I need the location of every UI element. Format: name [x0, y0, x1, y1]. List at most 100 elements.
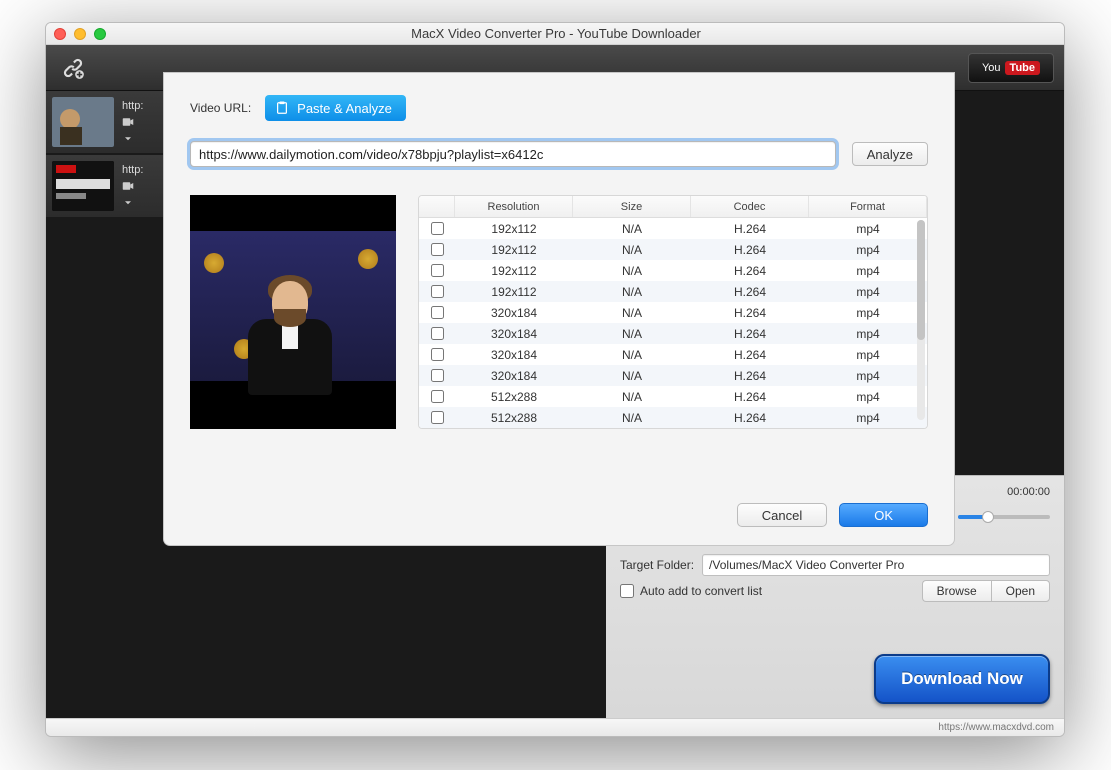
table-row[interactable]: 512x288N/AH.264mp4: [419, 386, 927, 407]
cell-resolution: 192x112: [455, 285, 573, 299]
cell-format: mp4: [809, 348, 927, 362]
video-preview: [190, 195, 396, 429]
table-row[interactable]: 192x112N/AH.264mp4: [419, 239, 927, 260]
row-checkbox[interactable]: [431, 390, 444, 403]
ok-button[interactable]: OK: [839, 503, 928, 527]
cell-size: N/A: [573, 327, 691, 341]
cell-codec: H.264: [691, 222, 809, 236]
cell-resolution: 320x184: [455, 348, 573, 362]
row-checkbox[interactable]: [431, 306, 444, 319]
queue-url: http:: [122, 164, 143, 176]
analyze-button[interactable]: Analyze: [852, 142, 928, 166]
cell-format: mp4: [809, 243, 927, 257]
row-checkbox[interactable]: [431, 243, 444, 256]
cell-format: mp4: [809, 264, 927, 278]
paste-analyze-label: Paste & Analyze: [297, 101, 392, 116]
row-checkbox[interactable]: [431, 327, 444, 340]
cell-size: N/A: [573, 348, 691, 362]
window-title: MacX Video Converter Pro - YouTube Downl…: [56, 26, 1056, 41]
cell-codec: H.264: [691, 264, 809, 278]
download-icon: [122, 132, 134, 144]
cell-codec: H.264: [691, 411, 809, 425]
cell-resolution: 320x184: [455, 327, 573, 341]
cell-codec: H.264: [691, 327, 809, 341]
cell-format: mp4: [809, 327, 927, 341]
titlebar: MacX Video Converter Pro - YouTube Downl…: [46, 23, 1064, 45]
cell-codec: H.264: [691, 369, 809, 383]
cell-size: N/A: [573, 264, 691, 278]
col-resolution[interactable]: Resolution: [455, 196, 573, 217]
row-checkbox[interactable]: [431, 222, 444, 235]
cell-codec: H.264: [691, 348, 809, 362]
table-row[interactable]: 320x184N/AH.264mp4: [419, 302, 927, 323]
status-url: https://www.macxdvd.com: [938, 722, 1054, 733]
url-analyze-dialog: Video URL: Paste & Analyze Analyze: [164, 73, 954, 545]
col-size[interactable]: Size: [573, 196, 691, 217]
table-row[interactable]: 320x184N/AH.264mp4: [419, 365, 927, 386]
cell-size: N/A: [573, 411, 691, 425]
formats-table: Resolution Size Codec Format 192x112N/AH…: [418, 195, 928, 429]
queue-thumbnail: [52, 97, 114, 147]
youtube-label-you: You: [982, 62, 1001, 74]
col-checkbox: [419, 196, 455, 217]
row-checkbox[interactable]: [431, 369, 444, 382]
col-format[interactable]: Format: [809, 196, 927, 217]
video-icon: [122, 116, 134, 128]
row-checkbox[interactable]: [431, 285, 444, 298]
open-button[interactable]: Open: [991, 580, 1050, 602]
queue-thumbnail: [52, 161, 114, 211]
cell-resolution: 192x112: [455, 243, 573, 257]
cell-resolution: 192x112: [455, 222, 573, 236]
row-checkbox[interactable]: [431, 348, 444, 361]
cell-resolution: 512x288: [455, 411, 573, 425]
cell-format: mp4: [809, 369, 927, 383]
app-window: MacX Video Converter Pro - YouTube Downl…: [45, 22, 1065, 737]
youtube-badge[interactable]: You Tube: [968, 53, 1054, 83]
cell-size: N/A: [573, 222, 691, 236]
cell-format: mp4: [809, 285, 927, 299]
table-row[interactable]: 192x112N/AH.264mp4: [419, 281, 927, 302]
cell-size: N/A: [573, 243, 691, 257]
cell-format: mp4: [809, 306, 927, 320]
cell-size: N/A: [573, 285, 691, 299]
statusbar: https://www.macxdvd.com: [46, 718, 1064, 736]
browse-button[interactable]: Browse: [922, 580, 991, 602]
cell-format: mp4: [809, 390, 927, 404]
target-folder-field[interactable]: [702, 554, 1050, 576]
table-row[interactable]: 192x112N/AH.264mp4: [419, 218, 927, 239]
cell-format: mp4: [809, 411, 927, 425]
clipboard-icon: [275, 101, 289, 115]
video-url-label: Video URL:: [190, 101, 251, 115]
cell-codec: H.264: [691, 285, 809, 299]
cell-codec: H.264: [691, 306, 809, 320]
cell-codec: H.264: [691, 243, 809, 257]
timecode: 00:00:00: [1007, 486, 1050, 498]
row-checkbox[interactable]: [431, 264, 444, 277]
table-row[interactable]: 320x184N/AH.264mp4: [419, 344, 927, 365]
queue-url: http:: [122, 100, 143, 112]
cell-resolution: 320x184: [455, 306, 573, 320]
video-url-input[interactable]: [190, 141, 836, 167]
cell-size: N/A: [573, 390, 691, 404]
download-icon: [122, 196, 134, 208]
cell-size: N/A: [573, 369, 691, 383]
table-scrollbar[interactable]: [917, 220, 925, 420]
cell-resolution: 320x184: [455, 369, 573, 383]
cell-resolution: 192x112: [455, 264, 573, 278]
row-checkbox[interactable]: [431, 411, 444, 424]
target-folder-label: Target Folder:: [620, 558, 694, 572]
table-row[interactable]: 512x288N/AH.264mp4: [419, 407, 927, 428]
cancel-button[interactable]: Cancel: [737, 503, 827, 527]
download-now-button[interactable]: Download Now: [874, 654, 1050, 704]
col-codec[interactable]: Codec: [691, 196, 809, 217]
cell-size: N/A: [573, 306, 691, 320]
auto-add-checkbox[interactable]: [620, 584, 634, 598]
volume-slider[interactable]: [958, 515, 1050, 519]
table-row[interactable]: 320x184N/AH.264mp4: [419, 323, 927, 344]
paste-analyze-button[interactable]: Paste & Analyze: [265, 95, 406, 121]
cell-codec: H.264: [691, 390, 809, 404]
cell-format: mp4: [809, 222, 927, 236]
video-icon: [122, 180, 134, 192]
table-row[interactable]: 192x112N/AH.264mp4: [419, 260, 927, 281]
add-link-button[interactable]: [56, 51, 90, 85]
